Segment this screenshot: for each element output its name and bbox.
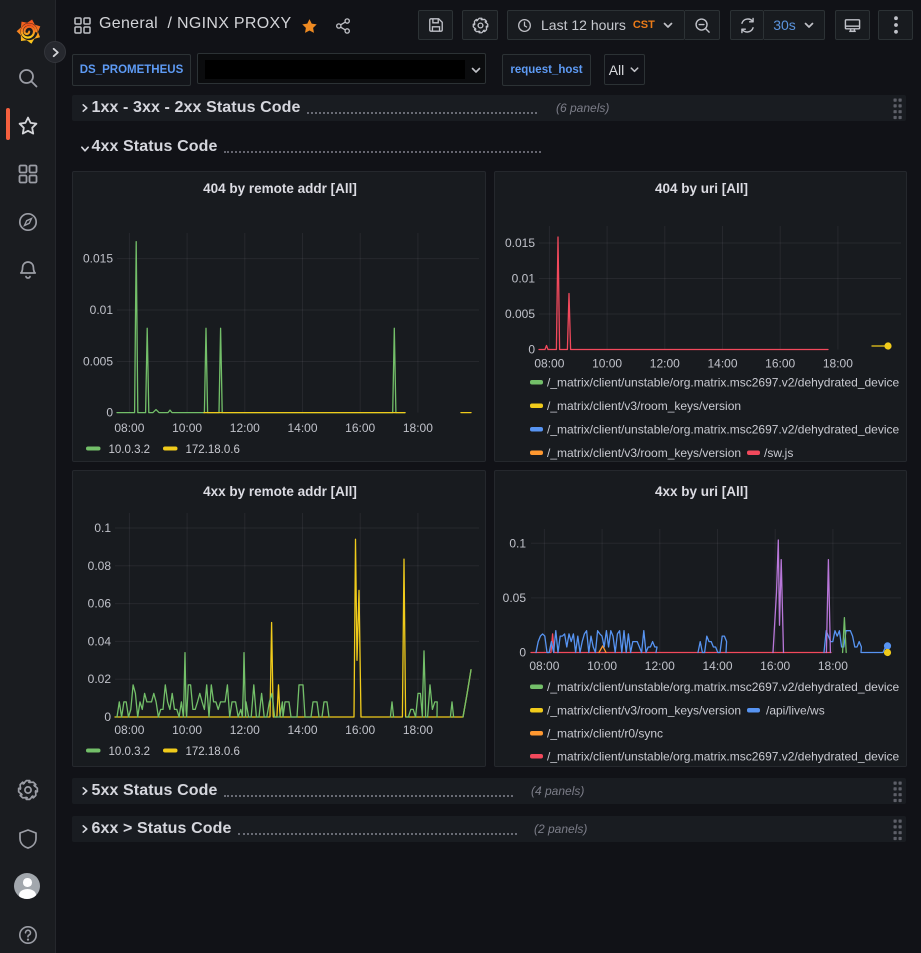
svg-text:08:00: 08:00 [114,723,144,737]
svg-text:0.005: 0.005 [505,307,535,321]
svg-text:0.005: 0.005 [83,355,113,369]
svg-text:404 by uri [All]: 404 by uri [All] [655,181,748,196]
svg-text:0: 0 [519,646,526,660]
svg-text:0.01: 0.01 [512,272,536,286]
svg-text:18:00: 18:00 [403,421,433,435]
svg-text:/_matrix/client/v3/room_keys/v: /_matrix/client/v3/room_keys/version [547,399,741,413]
svg-text:08:00: 08:00 [529,659,559,673]
svg-text:16:00: 16:00 [760,659,790,673]
svg-text:/_matrix/client/v3/room_keys/v: /_matrix/client/v3/room_keys/version [547,446,741,460]
svg-text:08:00: 08:00 [534,357,564,371]
svg-text:0: 0 [528,343,535,357]
svg-text:12:00: 12:00 [230,421,260,435]
svg-text:0.05: 0.05 [503,591,527,605]
svg-text:14:00: 14:00 [702,659,732,673]
svg-text:08:00: 08:00 [114,421,144,435]
svg-text:/_matrix/client/unstable/org.m: /_matrix/client/unstable/org.matrix.msc2… [547,423,900,437]
svg-text:14:00: 14:00 [287,723,317,737]
svg-text:0: 0 [104,710,111,724]
svg-text:/_matrix/client/v3/room_keys/v: /_matrix/client/v3/room_keys/version [547,704,741,718]
svg-text:10:00: 10:00 [592,357,622,371]
svg-text:0.1: 0.1 [94,521,111,535]
svg-text:18:00: 18:00 [818,659,848,673]
svg-text:4xx by remote addr [All]: 4xx by remote addr [All] [203,484,357,499]
svg-text:/_matrix/client/unstable/org.m: /_matrix/client/unstable/org.matrix.msc2… [547,680,900,694]
svg-text:10:00: 10:00 [587,659,617,673]
svg-text:10:00: 10:00 [172,723,202,737]
svg-text:0.06: 0.06 [88,597,112,611]
svg-text:0.015: 0.015 [83,252,113,266]
svg-text:0.015: 0.015 [505,236,535,250]
svg-text:404 by remote addr [All]: 404 by remote addr [All] [203,181,357,196]
svg-text:172.18.0.6: 172.18.0.6 [186,444,240,456]
svg-text:0.01: 0.01 [90,303,114,317]
svg-text:16:00: 16:00 [345,421,375,435]
svg-text:/sw.js: /sw.js [764,446,793,460]
svg-text:/_matrix/client/r0/sync: /_matrix/client/r0/sync [547,727,663,741]
svg-text:18:00: 18:00 [403,723,433,737]
svg-text:12:00: 12:00 [230,723,260,737]
svg-text:/api/live/ws: /api/live/ws [766,704,825,718]
svg-text:0: 0 [106,406,113,420]
svg-text:14:00: 14:00 [707,357,737,371]
svg-text:0.08: 0.08 [88,559,112,573]
svg-text:0.02: 0.02 [88,672,112,686]
svg-text:10.0.3.2: 10.0.3.2 [109,444,151,456]
svg-text:4xx by uri [All]: 4xx by uri [All] [655,484,748,499]
svg-text:16:00: 16:00 [765,357,795,371]
svg-text:12:00: 12:00 [650,357,680,371]
svg-text:12:00: 12:00 [645,659,675,673]
svg-text:14:00: 14:00 [287,421,317,435]
svg-text:18:00: 18:00 [823,357,853,371]
svg-text:10.0.3.2: 10.0.3.2 [109,746,151,758]
svg-text:16:00: 16:00 [345,723,375,737]
svg-text:/_matrix/client/unstable/org.m: /_matrix/client/unstable/org.matrix.msc2… [547,376,900,390]
svg-text:172.18.0.6: 172.18.0.6 [186,746,240,758]
svg-text:0.04: 0.04 [88,634,112,648]
svg-text:/_matrix/client/unstable/org.m: /_matrix/client/unstable/org.matrix.msc2… [547,750,900,764]
svg-text:0.1: 0.1 [509,536,526,550]
svg-text:10:00: 10:00 [172,421,202,435]
